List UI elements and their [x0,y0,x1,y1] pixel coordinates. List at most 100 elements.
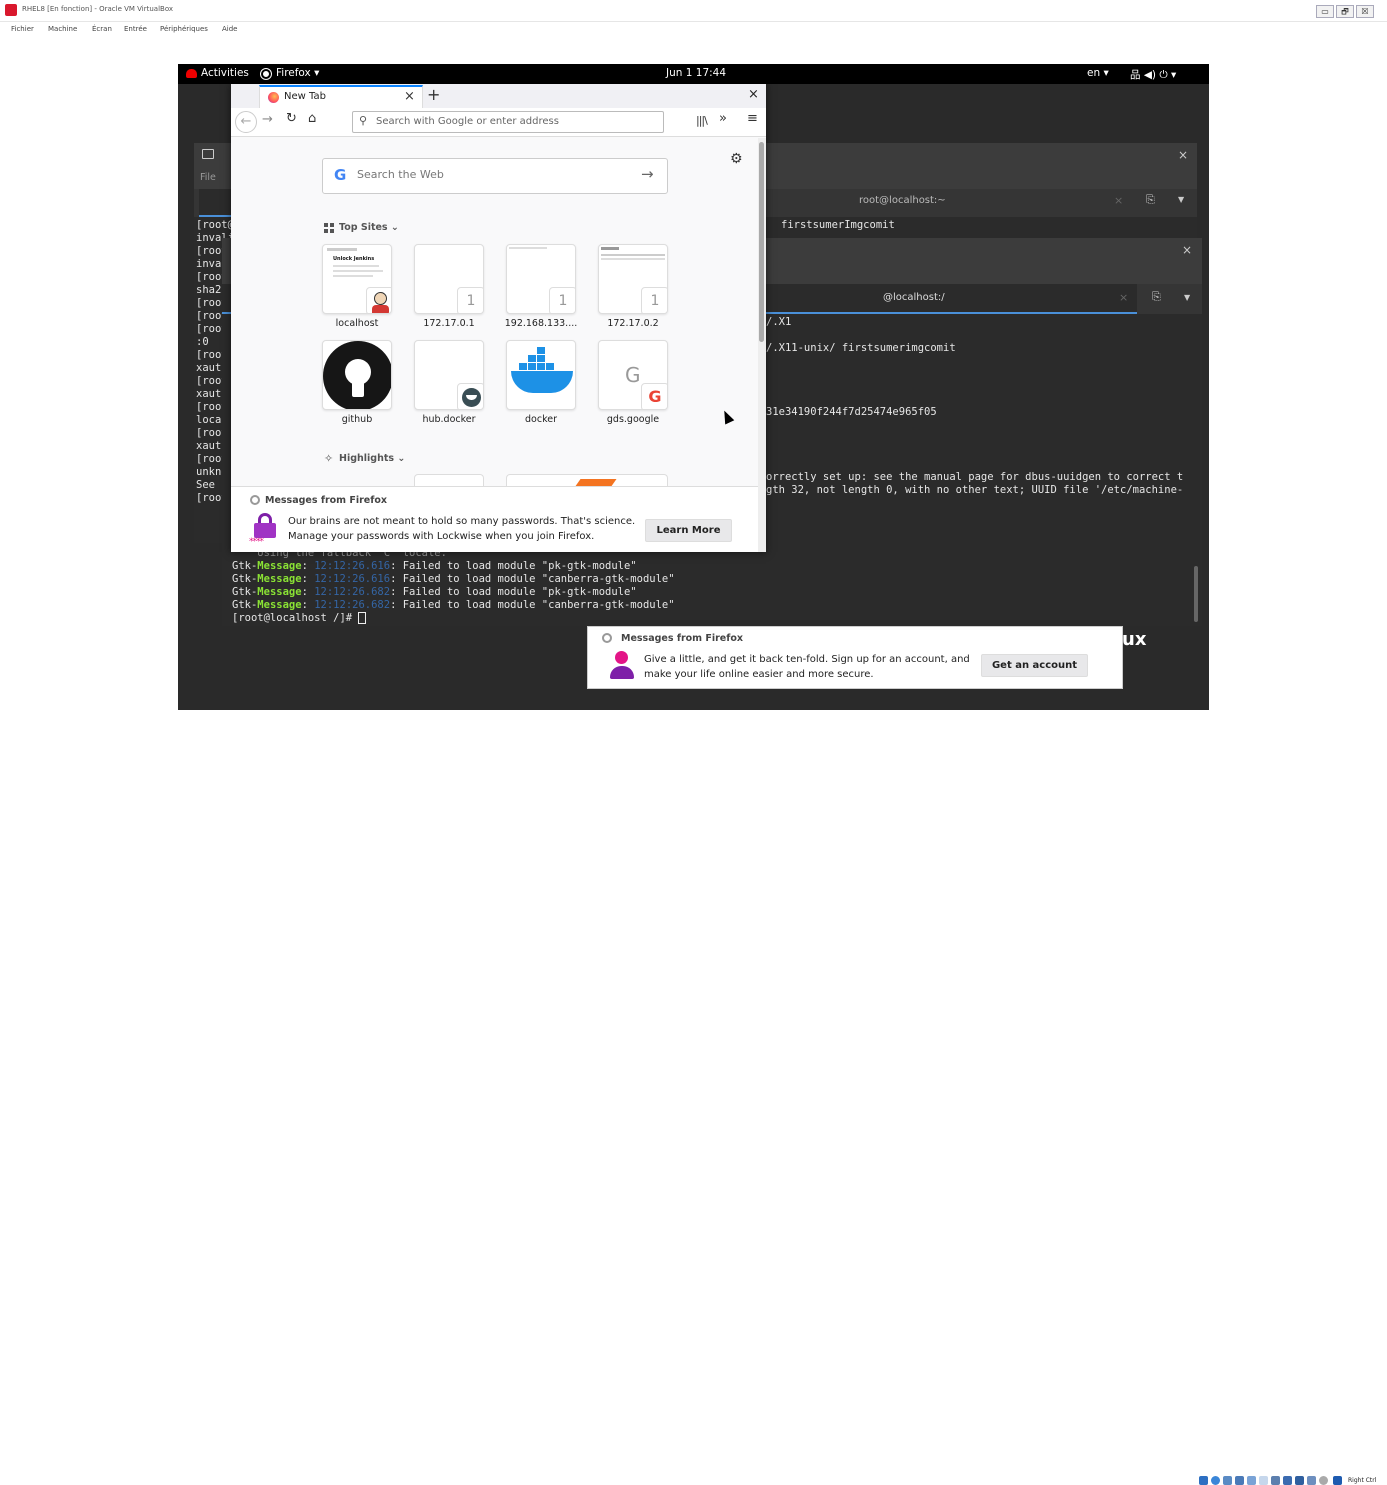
tab-new-tab[interactable]: New Tab × [259,85,423,108]
get-account-button[interactable]: Get an account [981,654,1088,677]
message-body: Our brains are not meant to hold so many… [288,516,636,542]
terminal-scrollbar[interactable] [1194,566,1198,622]
top-site-label: github [341,414,373,425]
firefox-app-icon [261,69,271,79]
tab-menu-chevron-down-icon[interactable]: ▼ [1178,195,1184,204]
app-menu-button[interactable]: Firefox ▾ [276,67,319,79]
top-site-tile-localhost[interactable]: Unlock Jenkins [322,244,392,314]
top-site-tile-gds-google[interactable]: G G [598,340,668,410]
top-site-label: localhost [335,318,379,329]
new-tab-icon[interactable]: ⎘ [1152,290,1161,304]
highlight-card[interactable] [506,474,668,486]
firefox-scrollbar[interactable] [758,138,766,552]
restore-button[interactable]: 🗗 [1336,5,1354,18]
home-icon[interactable]: ⌂ [308,111,316,126]
tab-menu-chevron-down-icon[interactable]: ▼ [1184,293,1190,302]
menu-machine[interactable]: Machine [48,25,77,33]
terminal-front-tab-close-icon[interactable]: × [1119,291,1128,304]
firefox-tabbar: New Tab × + × [231,84,766,108]
close-button[interactable]: ☒ [1356,5,1374,18]
tab-close-icon[interactable]: × [404,89,415,104]
new-tab-button[interactable]: + [427,85,440,104]
search-arrow-icon[interactable]: → [641,165,654,183]
optical-drive-icon[interactable] [1211,1476,1220,1485]
top-sites-heading[interactable]: Top Sites ⌄ [339,222,399,233]
menu-aide[interactable]: Aide [222,25,237,33]
highlight-card[interactable] [414,474,484,486]
terminal-front-close-button[interactable]: × [1182,243,1192,257]
terminal-back-tab-title[interactable]: root@localhost:~ [859,195,946,206]
top-site-tile-172-17-0-1[interactable]: 1 [414,244,484,314]
terminal-back-right-output: firstsumerImgcomit [781,219,895,231]
minimize-button[interactable]: ▭ [1316,5,1334,18]
top-site-tile-github[interactable] [322,340,392,410]
firefox-logo-icon [602,633,612,643]
search-placeholder: Search the Web [357,168,444,181]
account-person-icon [608,651,634,681]
search-icon: ⚲ [359,114,368,127]
url-placeholder: Search with Google or enter address [376,116,559,127]
top-site-tile-192-168-133[interactable]: 1 [506,244,576,314]
library-icon[interactable]: |||\ [696,114,708,127]
gear-icon[interactable]: ⚙ [730,151,743,167]
terminal-back-close-button[interactable]: × [1178,148,1188,162]
top-site-tile-hub-docker[interactable] [414,340,484,410]
hdd-icon[interactable] [1199,1476,1208,1485]
scrollbar-thumb[interactable] [759,142,764,342]
bg-message-body: Give a little, and get it back ten-fold.… [644,654,970,680]
top-site-label: 172.17.0.2 [607,318,659,329]
system-tray-icons[interactable]: 品 ◀) ⏻ ▾ [1130,67,1176,82]
back-arrow-icon[interactable]: ← [235,111,257,133]
top-site-tile-docker[interactable] [506,340,576,410]
terminal-back-tab-close-icon[interactable]: × [1114,194,1123,207]
terminal-front-tab-title[interactable]: @localhost:/ [883,292,945,303]
top-sites-grid-icon [324,223,335,234]
top-site-label: 172.17.0.1 [423,318,475,329]
window-close-button[interactable]: × [748,87,759,102]
audio-icon[interactable] [1223,1476,1232,1485]
new-tab-icon[interactable]: ⎘ [1146,193,1155,207]
firefox-logo-icon [250,495,260,505]
firefox-bg-message-panel: Messages from Firefox Give a little, and… [587,626,1123,689]
arrow-icon[interactable] [1319,1476,1328,1485]
menu-ecran[interactable]: Écran [92,25,112,33]
language-menu[interactable]: en ▾ [1087,67,1109,79]
url-bar[interactable]: ⚲ Search with Google or enter address [352,111,664,133]
activities-button[interactable]: Activities [201,67,249,79]
learn-more-button[interactable]: Learn More [645,519,732,542]
google-logo-icon: G [334,166,347,184]
overflow-chevron-icon[interactable]: » [719,111,727,126]
recording-icon[interactable] [1283,1476,1292,1485]
menu-fichier[interactable]: Fichier [11,25,34,33]
shell-prompt: [root@localhost /]# [232,612,359,624]
hamburger-menu-icon[interactable]: ≡ [747,111,758,126]
cpu-icon[interactable] [1295,1476,1304,1485]
terminal-icon [202,149,214,159]
docker-whale-icon [511,371,573,393]
tile-letter: G [625,363,641,387]
firefox-favicon-icon [268,92,279,103]
firefox-navbar: ← → ↻ ⌂ ⚲ Search with Google or enter ad… [231,108,766,137]
menu-peripheriques[interactable]: Périphériques [160,25,208,33]
host-key-label: Right Ctrl [1348,1477,1377,1484]
highlights-heading[interactable]: Highlights ⌄ [339,453,405,464]
terminal-bottom-output: Using the fallback 'C' locale. Gtk-Messa… [232,547,675,624]
usb-icon[interactable] [1247,1476,1256,1485]
web-search-box[interactable]: G Search the Web → [322,158,668,194]
host-key-icon[interactable] [1333,1476,1342,1485]
mouse-integration-icon[interactable] [1307,1476,1316,1485]
display-icon[interactable] [1271,1476,1280,1485]
forward-arrow-icon[interactable]: → [262,112,273,127]
reload-icon[interactable]: ↻ [286,111,297,126]
gnome-top-bar: Activities Firefox ▾ Jun 1 17:44 en ▾ 品 … [178,64,1209,84]
menu-entree[interactable]: Entrée [124,25,147,33]
shared-folder-icon[interactable] [1259,1476,1268,1485]
virtualbox-logo-icon [5,4,17,16]
menu-file[interactable]: File [200,172,216,183]
clock[interactable]: Jun 1 17:44 [666,67,726,79]
top-site-tile-172-17-0-2[interactable]: 1 [598,244,668,314]
terminal-back-tab-left[interactable] [199,189,235,217]
network-icon[interactable] [1235,1476,1244,1485]
new-tab-page: ⚙ G Search the Web → Top Sites ⌄ Unlock … [231,138,758,552]
vbox-titlebar: RHEL8 [En fonction] - Oracle VM VirtualB… [0,0,1387,22]
